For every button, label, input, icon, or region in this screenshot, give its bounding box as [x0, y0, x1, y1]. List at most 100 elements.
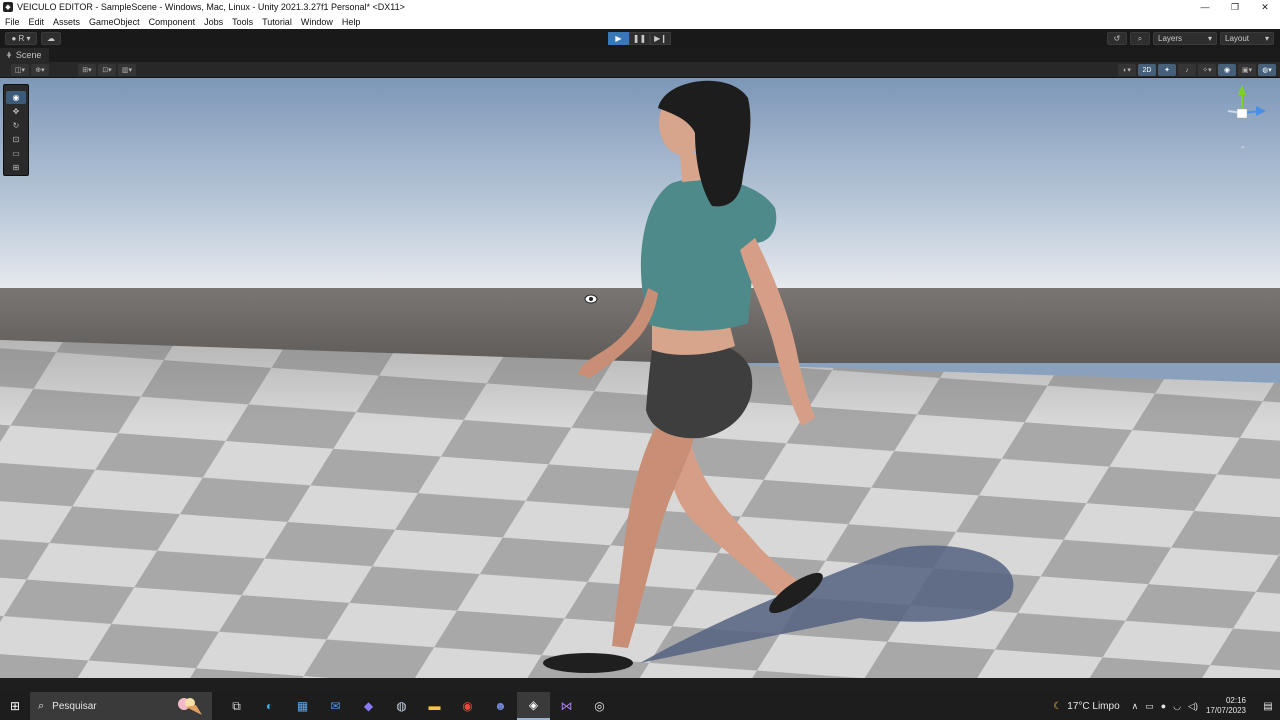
search-placeholder: Pesquisar — [52, 700, 97, 712]
window-titlebar: ◆ VEICULO EDITOR - SampleScene - Windows… — [0, 0, 1280, 14]
grid-icon: ⊡▾ — [102, 67, 112, 74]
rect-tool-button[interactable]: ▭ — [6, 147, 26, 160]
chrome-icon[interactable]: ◉ — [451, 692, 484, 720]
system-tray: ☾ 17°C Limpo ∧ ▭ ● ◡ ◁) 02:16 17/07/2023… — [1053, 692, 1280, 720]
menu-component[interactable]: Component — [149, 17, 196, 27]
step-button[interactable]: ▶❙ — [650, 32, 671, 45]
hidden-objects-toggle[interactable]: ◉ — [1218, 64, 1236, 76]
clock[interactable]: 02:16 17/07/2023 — [1206, 696, 1246, 716]
eye-icon: ◉ — [12, 93, 20, 102]
mail-icon[interactable]: ✉ — [319, 692, 352, 720]
light-bulb-icon: ✦ — [1164, 67, 1170, 74]
chevron-down-icon: ▾ — [1207, 34, 1212, 43]
chevron-up-icon[interactable]: ∧ — [1132, 701, 1139, 712]
move-tool-button[interactable]: ✥ — [6, 105, 26, 118]
camera-settings-dropdown[interactable]: ▣▾ — [1238, 64, 1256, 76]
rotate-icon: ↻ — [12, 121, 20, 130]
notifications-button[interactable]: ▤ — [1256, 701, 1280, 712]
draw-mode-icon: ◫▾ — [14, 67, 26, 74]
visibility-icon: ◉ — [1223, 67, 1231, 74]
window-controls: — ❐ ✕ — [1190, 0, 1280, 14]
visual-studio-icon[interactable]: ⋈ — [550, 692, 583, 720]
scale-tool-button[interactable]: ⊡ — [6, 133, 26, 146]
lighting-toggle[interactable]: ✦ — [1158, 64, 1176, 76]
minimize-button[interactable]: — — [1190, 0, 1220, 14]
menu-bar: File Edit Assets GameObject Component Jo… — [0, 14, 1280, 29]
taskbar-search[interactable]: ⌕ Pesquisar — [30, 692, 212, 720]
account-label: R — [18, 34, 25, 43]
weather-text: 17°C Limpo — [1067, 700, 1120, 712]
scale-icon: ⊡ — [12, 135, 20, 144]
grid-visibility-dropdown[interactable]: ⊡▾ — [98, 64, 116, 76]
menu-tools[interactable]: Tools — [232, 17, 253, 27]
camera-icon: ▣▾ — [1241, 67, 1253, 74]
menu-gameobject[interactable]: GameObject — [89, 17, 140, 27]
grid-snap-icon: ⊞▾ — [82, 67, 92, 74]
volume-icon[interactable]: ◁) — [1188, 701, 1198, 712]
menu-tutorial[interactable]: Tutorial — [262, 17, 292, 27]
layout-dropdown[interactable]: Layout ▾ — [1220, 32, 1274, 45]
snap-increment-dropdown[interactable]: ▥▾ — [118, 64, 136, 76]
history-icon: ↺ — [1113, 34, 1121, 43]
toolbar-right: ↺ ⌕ Layers ▾ Layout ▾ — [1107, 32, 1274, 45]
tab-scene[interactable]: ⋕ Scene — [0, 48, 50, 62]
gizmos-icon: ◍▾ — [1262, 67, 1272, 74]
2d-toggle[interactable]: 2D — [1138, 64, 1156, 76]
pause-button[interactable]: ❚❚ — [629, 32, 650, 45]
view-tool-button[interactable]: ◉ — [6, 91, 26, 104]
layers-dropdown[interactable]: Layers ▾ — [1153, 32, 1217, 45]
unity-taskbar-icon[interactable]: ◈ — [517, 692, 550, 720]
scene-render: ◂ — [0, 78, 1280, 678]
menu-edit[interactable]: Edit — [29, 17, 45, 27]
menu-assets[interactable]: Assets — [53, 17, 80, 27]
cloud-button[interactable]: ☁ — [41, 32, 61, 45]
maximize-button[interactable]: ❐ — [1220, 0, 1250, 14]
windows-logo-icon: ⊞ — [9, 699, 21, 713]
menu-window[interactable]: Window — [301, 17, 333, 27]
play-button[interactable]: ▶ — [608, 32, 629, 45]
unity-hub-icon[interactable]: ◎ — [583, 692, 616, 720]
rotate-tool-button[interactable]: ↻ — [6, 119, 26, 132]
menu-file[interactable]: File — [5, 17, 20, 27]
discord-icon[interactable]: ☻ — [484, 692, 517, 720]
wifi-icon[interactable]: ◡ — [1173, 701, 1181, 712]
account-icon: ● — [11, 34, 17, 43]
transform-tool-button[interactable]: ⊞ — [6, 161, 26, 174]
start-button[interactable]: ⊞ — [0, 692, 30, 720]
effects-dropdown[interactable]: ✧▾ — [1198, 64, 1216, 76]
scene-tab-bar: ⋕ Scene — [0, 48, 1280, 62]
search-button[interactable]: ⌕ — [1130, 32, 1150, 45]
pivot-dropdown[interactable]: ⊕▾ — [31, 64, 49, 76]
taskbar-apps: ⧉ ◐ ▦ ✉ ◆ ◍ ▬ ◉ ☻ ◈ ⋈ ◎ — [220, 692, 616, 720]
audio-toggle[interactable]: ♪ — [1178, 64, 1196, 76]
layers-label: Layers — [1158, 34, 1183, 43]
global-local-toggle[interactable]: ⊞▾ — [78, 64, 96, 76]
task-view-icon[interactable]: ⧉ — [220, 692, 253, 720]
edge-icon[interactable]: ◐ — [253, 692, 286, 720]
weather-widget[interactable]: ☾ 17°C Limpo — [1053, 701, 1119, 712]
undo-history-button[interactable]: ↺ — [1107, 32, 1127, 45]
move-icon: ✥ — [12, 107, 20, 116]
account-dropdown[interactable]: ● R ▾ — [5, 32, 37, 45]
store-icon[interactable]: ▦ — [286, 692, 319, 720]
network-icon[interactable]: ▭ — [1145, 701, 1154, 712]
file-explorer-icon[interactable]: ▬ — [418, 692, 451, 720]
scene-viewport[interactable]: ◂ — [0, 78, 1280, 678]
unity-logo-icon: ◆ — [3, 2, 13, 12]
2d-label: 2D — [1142, 66, 1152, 74]
microphone-icon[interactable]: ● — [1161, 701, 1166, 712]
scene-icon: ⋕ — [6, 52, 12, 59]
sky — [0, 78, 1280, 308]
audio-icon: ♪ — [1185, 66, 1189, 74]
shading-icon: ◐▾ — [1123, 67, 1131, 74]
search-icon: ⌕ — [1137, 33, 1143, 43]
menu-jobs[interactable]: Jobs — [204, 17, 223, 27]
menu-help[interactable]: Help — [342, 17, 361, 27]
gizmos-dropdown[interactable]: ◍▾ — [1258, 64, 1276, 76]
windows-taskbar: ⊞ ⌕ Pesquisar ⧉ ◐ ▦ ✉ ◆ ◍ ▬ ◉ ☻ ◈ ⋈ ◎ ☾ … — [0, 692, 1280, 720]
hand-tool-dropdown[interactable]: ◫▾ — [11, 64, 29, 76]
steam-icon[interactable]: ◍ — [385, 692, 418, 720]
media-icon[interactable]: ◆ — [352, 692, 385, 720]
shading-mode-dropdown[interactable]: ◐▾ — [1118, 64, 1136, 76]
close-button[interactable]: ✕ — [1250, 0, 1280, 14]
